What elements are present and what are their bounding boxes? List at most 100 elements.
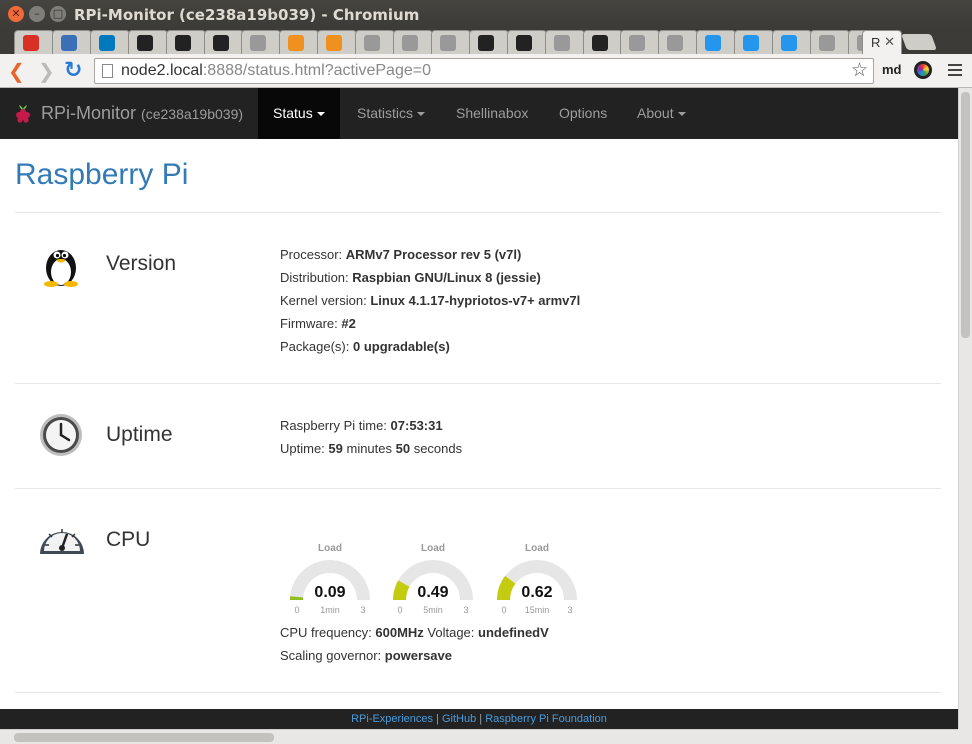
browser-tab[interactable] — [241, 30, 282, 54]
browser-tab[interactable] — [468, 30, 509, 54]
browser-tab[interactable] — [51, 30, 92, 54]
browser-tab[interactable] — [582, 30, 623, 54]
version-info: Processor: ARMv7 Processor rev 5 (v7l) D… — [280, 243, 580, 358]
gauge-dial: Load 0.09 0 3 1min — [290, 543, 370, 615]
window-maximize-button[interactable]: □ — [50, 6, 66, 22]
browser-tab[interactable] — [696, 30, 737, 54]
raspberry-logo-icon — [16, 105, 30, 123]
nav-shellinabox[interactable]: Shellinabox — [441, 88, 543, 139]
gauge-max: 3 — [567, 605, 572, 614]
cpu-title: CPU — [106, 528, 151, 551]
cpu-frequency-label: CPU frequency: — [280, 625, 376, 640]
browser-tab[interactable] — [772, 30, 812, 54]
uptime-row: Uptime: 59 minutes 50 seconds — [280, 437, 462, 460]
browser-tab[interactable] — [430, 30, 471, 54]
footer-link-github[interactable]: GitHub — [442, 713, 476, 725]
voltage-value: undefinedV — [478, 625, 549, 640]
browser-tab[interactable] — [393, 30, 433, 54]
browser-tab[interactable] — [89, 30, 130, 54]
caret-down-icon — [677, 112, 686, 117]
extension-md-button[interactable]: md — [882, 62, 902, 77]
page-footer: RPi-Experiences | GitHub | Raspberry Pi … — [0, 709, 958, 729]
browser-tab[interactable] — [317, 30, 358, 54]
footer-separator: | — [476, 713, 486, 725]
divider — [15, 692, 941, 693]
tab-close-icon[interactable]: ✕ — [884, 34, 895, 50]
firmware-value: #2 — [341, 316, 356, 331]
uptime-minutes-word: minutes — [342, 441, 396, 456]
gauge-label: 5min — [423, 605, 443, 614]
pi-time-label: Raspberry Pi time: — [280, 418, 391, 433]
tab-active-label: R — [871, 35, 881, 50]
footer-link-raspberry-pi-foundation[interactable]: Raspberry Pi Foundation — [485, 713, 607, 725]
packages-value: 0 upgradable(s) — [352, 339, 450, 354]
address-url[interactable]: node2.local:8888/status.html?activePage=… — [121, 62, 431, 80]
caret-down-icon — [417, 112, 426, 117]
horizontal-scrollbar[interactable] — [0, 729, 958, 744]
pi-time-value: 07:53:31 — [390, 418, 443, 433]
nav-options[interactable]: Options — [544, 88, 622, 139]
window-titlebar: ✕ – □ RPi-Monitor (ce238a19b039) - Chrom… — [0, 0, 972, 28]
cpu-load-gauge: Load 0.09 0 3 1min — [288, 542, 388, 615]
browser-tab[interactable] — [506, 30, 547, 54]
cpu-frequency-value: 600MHz — [375, 625, 424, 640]
gauge-min: 0 — [501, 605, 506, 614]
docker-icon — [781, 35, 797, 51]
gauge-value: 0.09 — [314, 584, 345, 601]
window-close-button[interactable]: ✕ — [8, 6, 24, 22]
clock-icon — [40, 414, 82, 456]
kernel-label: Kernel version: — [280, 293, 371, 308]
browser-tab[interactable] — [355, 30, 396, 54]
menu-icon[interactable] — [948, 64, 962, 79]
orange-square-icon — [326, 35, 343, 51]
window-minimize-button[interactable]: – — [29, 6, 45, 22]
doc-icon — [364, 35, 381, 51]
address-bar[interactable]: node2.local:8888/status.html?activePage=… — [94, 58, 874, 84]
browser-tab[interactable] — [809, 30, 850, 54]
nav-options-label: Options — [559, 105, 608, 121]
browser-tab[interactable] — [165, 30, 206, 54]
browser-tab[interactable] — [544, 30, 585, 54]
browser-tab[interactable] — [658, 30, 699, 54]
vertical-scroll-thumb[interactable] — [961, 92, 970, 338]
vertical-scrollbar[interactable] — [958, 88, 972, 729]
new-tab-button[interactable] — [901, 34, 937, 50]
gauge-max: 3 — [360, 605, 365, 614]
browser-tab[interactable] — [279, 30, 320, 54]
browser-tab[interactable] — [734, 30, 775, 54]
doc-icon — [402, 35, 418, 51]
nav-about[interactable]: About — [622, 88, 701, 139]
distribution-value: Raspbian GNU/Linux 8 (jessie) — [352, 270, 541, 285]
nav-statistics[interactable]: Statistics — [342, 88, 440, 139]
github-icon — [591, 35, 608, 51]
tab-active[interactable]: R ✕ — [862, 30, 902, 54]
doc-icon — [818, 35, 835, 51]
footer-separator: | — [433, 713, 442, 725]
forward-icon[interactable]: ❯ — [38, 59, 55, 83]
horizontal-scroll-thumb[interactable] — [14, 733, 274, 742]
bookmark-star-icon[interactable]: ☆ — [851, 59, 868, 81]
doc-icon — [439, 35, 456, 51]
window-title: RPi-Monitor (ce238a19b039) - Chromium — [74, 6, 420, 24]
gauge-dial: Load 0.62 0 3 15min — [497, 543, 577, 615]
nav-statistics-label: Statistics — [357, 105, 414, 121]
nav-shellinabox-label: Shellinabox — [456, 105, 529, 121]
gmail-icon — [23, 35, 39, 51]
browser-tab[interactable] — [620, 30, 661, 54]
reload-icon[interactable]: ↻ — [64, 59, 82, 83]
docker-icon — [705, 35, 722, 51]
doc-icon — [667, 35, 684, 51]
extension-color-icon[interactable] — [914, 61, 932, 79]
packages-row: Package(s): 0 upgradable(s) — [280, 335, 580, 358]
browser-tab[interactable] — [127, 30, 168, 54]
browser-toolbar: ❮ ❯ ↻ node2.local:8888/status.html?activ… — [0, 54, 972, 88]
footer-link-rpi-experiences[interactable]: RPi-Experiences — [351, 713, 433, 725]
browser-tab[interactable] — [203, 30, 244, 54]
brand[interactable]: RPi-Monitor (ce238a19b039) — [41, 103, 243, 124]
divider — [15, 488, 941, 489]
browser-tab[interactable] — [14, 30, 54, 54]
processor-row: Processor: ARMv7 Processor rev 5 (v7l) — [280, 243, 580, 266]
github-icon — [136, 35, 153, 51]
back-icon[interactable]: ❮ — [8, 59, 25, 83]
nav-status[interactable]: Status — [258, 88, 340, 139]
